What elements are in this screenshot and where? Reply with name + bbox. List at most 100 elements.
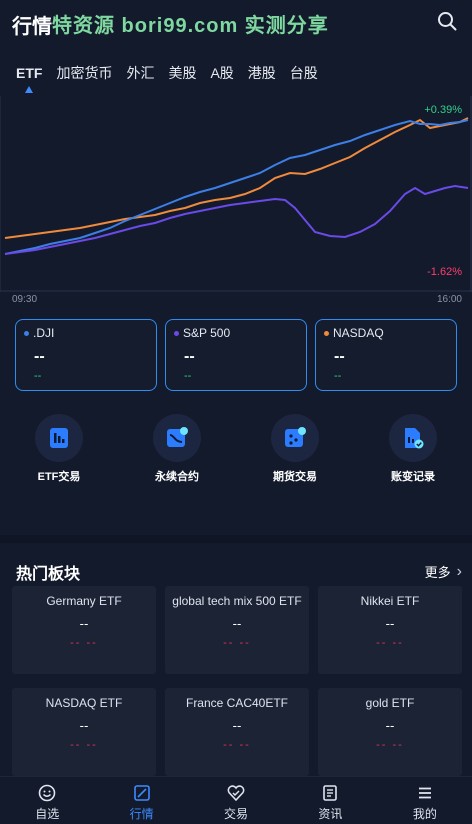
search-icon[interactable] bbox=[436, 10, 458, 32]
page-title: 行情 bbox=[12, 16, 52, 38]
sector-change: -- -- bbox=[70, 637, 98, 649]
action-futures[interactable]: 期货交易 bbox=[236, 414, 354, 484]
index-change: -- bbox=[334, 370, 342, 382]
index-change: -- bbox=[34, 370, 42, 382]
action-label: 期货交易 bbox=[273, 471, 317, 483]
series-line-nasdaq bbox=[4, 117, 469, 239]
trade-icon bbox=[227, 785, 245, 802]
action-label: 永续合约 bbox=[155, 471, 199, 483]
watermark-text: 特资源 bori99.com 实测分享 bbox=[52, 15, 329, 37]
tab-forex[interactable]: 外汇 bbox=[126, 62, 154, 96]
sector-name: NASDAQ ETF bbox=[45, 696, 123, 710]
nav-profile[interactable]: 我的 bbox=[378, 777, 472, 824]
tab-label: 美股 bbox=[168, 65, 197, 81]
action-etf-trade[interactable]: ETF交易 bbox=[0, 414, 118, 484]
action-account-records[interactable]: 账变记录 bbox=[354, 414, 472, 484]
bottom-nav: 自选 行情 交易 资讯 我的 bbox=[0, 776, 472, 824]
action-perpetual[interactable]: 永续合约 bbox=[118, 414, 236, 484]
perpetual-contract-icon bbox=[153, 414, 201, 462]
sector-price: -- bbox=[79, 616, 89, 631]
sector-card[interactable]: NASDAQ ETF -- -- -- bbox=[12, 688, 156, 776]
smiley-icon bbox=[38, 784, 56, 802]
news-icon bbox=[323, 785, 338, 801]
action-label: ETF交易 bbox=[37, 471, 81, 483]
nav-label: 自选 bbox=[35, 807, 60, 821]
chart-time-start: 09:30 bbox=[12, 294, 38, 305]
index-price: -- bbox=[184, 348, 195, 365]
tab-label: 台股 bbox=[289, 65, 318, 81]
tab-label: A股 bbox=[210, 65, 234, 81]
dot-icon bbox=[324, 330, 329, 336]
hot-sectors-title: 热门板块 bbox=[16, 566, 81, 583]
index-change: -- bbox=[184, 370, 192, 382]
index-name: .DJI bbox=[33, 326, 55, 340]
tab-us-stocks[interactable]: 美股 bbox=[168, 62, 196, 96]
tab-tw-stocks[interactable]: 台股 bbox=[290, 62, 318, 96]
sector-name: gold ETF bbox=[365, 696, 415, 710]
nav-watchlist[interactable]: 自选 bbox=[0, 777, 94, 824]
chart-min-label: -1.62% bbox=[427, 266, 462, 278]
chevron-right-icon: › bbox=[456, 562, 462, 580]
index-name-row: .DJI bbox=[24, 326, 148, 340]
sector-price: -- bbox=[385, 616, 395, 631]
section-divider bbox=[0, 535, 472, 543]
sector-card[interactable]: Nikkei ETF -- -- -- bbox=[318, 586, 462, 674]
nav-label: 资讯 bbox=[318, 807, 343, 821]
nav-market[interactable]: 行情 bbox=[94, 777, 188, 824]
sector-name: Nikkei ETF bbox=[360, 594, 420, 608]
menu-icon bbox=[418, 787, 431, 799]
index-card-sp500[interactable]: S&P 500 -- -- bbox=[165, 319, 307, 391]
sector-change: -- -- bbox=[223, 637, 251, 649]
index-name-row: NASDAQ bbox=[324, 326, 448, 340]
index-name-row: S&P 500 bbox=[174, 326, 298, 340]
sector-price: -- bbox=[385, 718, 395, 733]
sector-change: -- -- bbox=[70, 739, 98, 751]
index-price: -- bbox=[34, 348, 45, 365]
tab-etf[interactable]: ETF bbox=[16, 62, 42, 96]
more-label: 更多 bbox=[424, 565, 451, 580]
sector-name: global tech mix 500 ETF bbox=[172, 594, 302, 608]
nav-label: 行情 bbox=[129, 807, 154, 821]
sector-change: -- -- bbox=[376, 637, 404, 649]
sector-price: -- bbox=[79, 718, 89, 733]
tab-active-indicator bbox=[25, 86, 34, 93]
index-card-dji[interactable]: .DJI -- -- bbox=[15, 319, 157, 391]
market-tabs: ETF 加密货币 外汇 美股 A股 港股 台股 bbox=[0, 62, 472, 96]
chart-max-label: +0.39% bbox=[424, 104, 462, 116]
tab-a-shares[interactable]: A股 bbox=[210, 62, 233, 96]
hot-sectors-grid: Germany ETF -- -- -- global tech mix 500… bbox=[12, 586, 462, 776]
index-chart[interactable] bbox=[0, 96, 472, 292]
futures-icon bbox=[271, 414, 319, 462]
sector-name: Germany ETF bbox=[46, 594, 122, 608]
sector-price: -- bbox=[232, 718, 242, 733]
index-price: -- bbox=[334, 348, 345, 365]
tab-label: 加密货币 bbox=[56, 65, 113, 81]
app-root: 行情 特资源 bori99.com 实测分享 ETF 加密货币 外汇 美股 A股… bbox=[0, 0, 472, 824]
chart-time-end: 16:00 bbox=[436, 294, 462, 305]
etf-chart-icon bbox=[35, 414, 83, 462]
sector-card[interactable]: Germany ETF -- -- -- bbox=[12, 586, 156, 674]
index-name: NASDAQ bbox=[333, 326, 384, 340]
tab-label: 港股 bbox=[247, 65, 276, 81]
nav-news[interactable]: 资讯 bbox=[283, 777, 377, 824]
series-line-dji bbox=[4, 119, 469, 255]
header: 行情 特资源 bori99.com 实测分享 bbox=[0, 0, 472, 44]
nav-trade[interactable]: 交易 bbox=[189, 777, 283, 824]
sector-name: France CAC40ETF bbox=[185, 696, 289, 710]
sector-card[interactable]: gold ETF -- -- -- bbox=[318, 688, 462, 776]
quick-actions: ETF交易 永续合约 期货交易 账变记录 bbox=[0, 414, 472, 484]
sector-change: -- -- bbox=[376, 739, 404, 751]
more-link[interactable]: 更多 › bbox=[425, 562, 462, 581]
index-card-nasdaq[interactable]: NASDAQ -- -- bbox=[315, 319, 457, 391]
tab-label: 外汇 bbox=[126, 65, 155, 81]
index-cards: .DJI -- -- S&P 500 -- -- NASDAQ -- -- bbox=[15, 319, 457, 391]
dot-icon bbox=[24, 330, 29, 336]
tab-crypto[interactable]: 加密货币 bbox=[56, 62, 112, 96]
dot-icon bbox=[174, 330, 179, 336]
index-name: S&P 500 bbox=[183, 326, 231, 340]
sector-card[interactable]: France CAC40ETF -- -- -- bbox=[165, 688, 309, 776]
market-icon bbox=[133, 785, 150, 801]
sector-card[interactable]: global tech mix 500 ETF -- -- -- bbox=[165, 586, 309, 674]
tab-hk-stocks[interactable]: 港股 bbox=[248, 62, 276, 96]
account-record-icon bbox=[389, 414, 437, 462]
